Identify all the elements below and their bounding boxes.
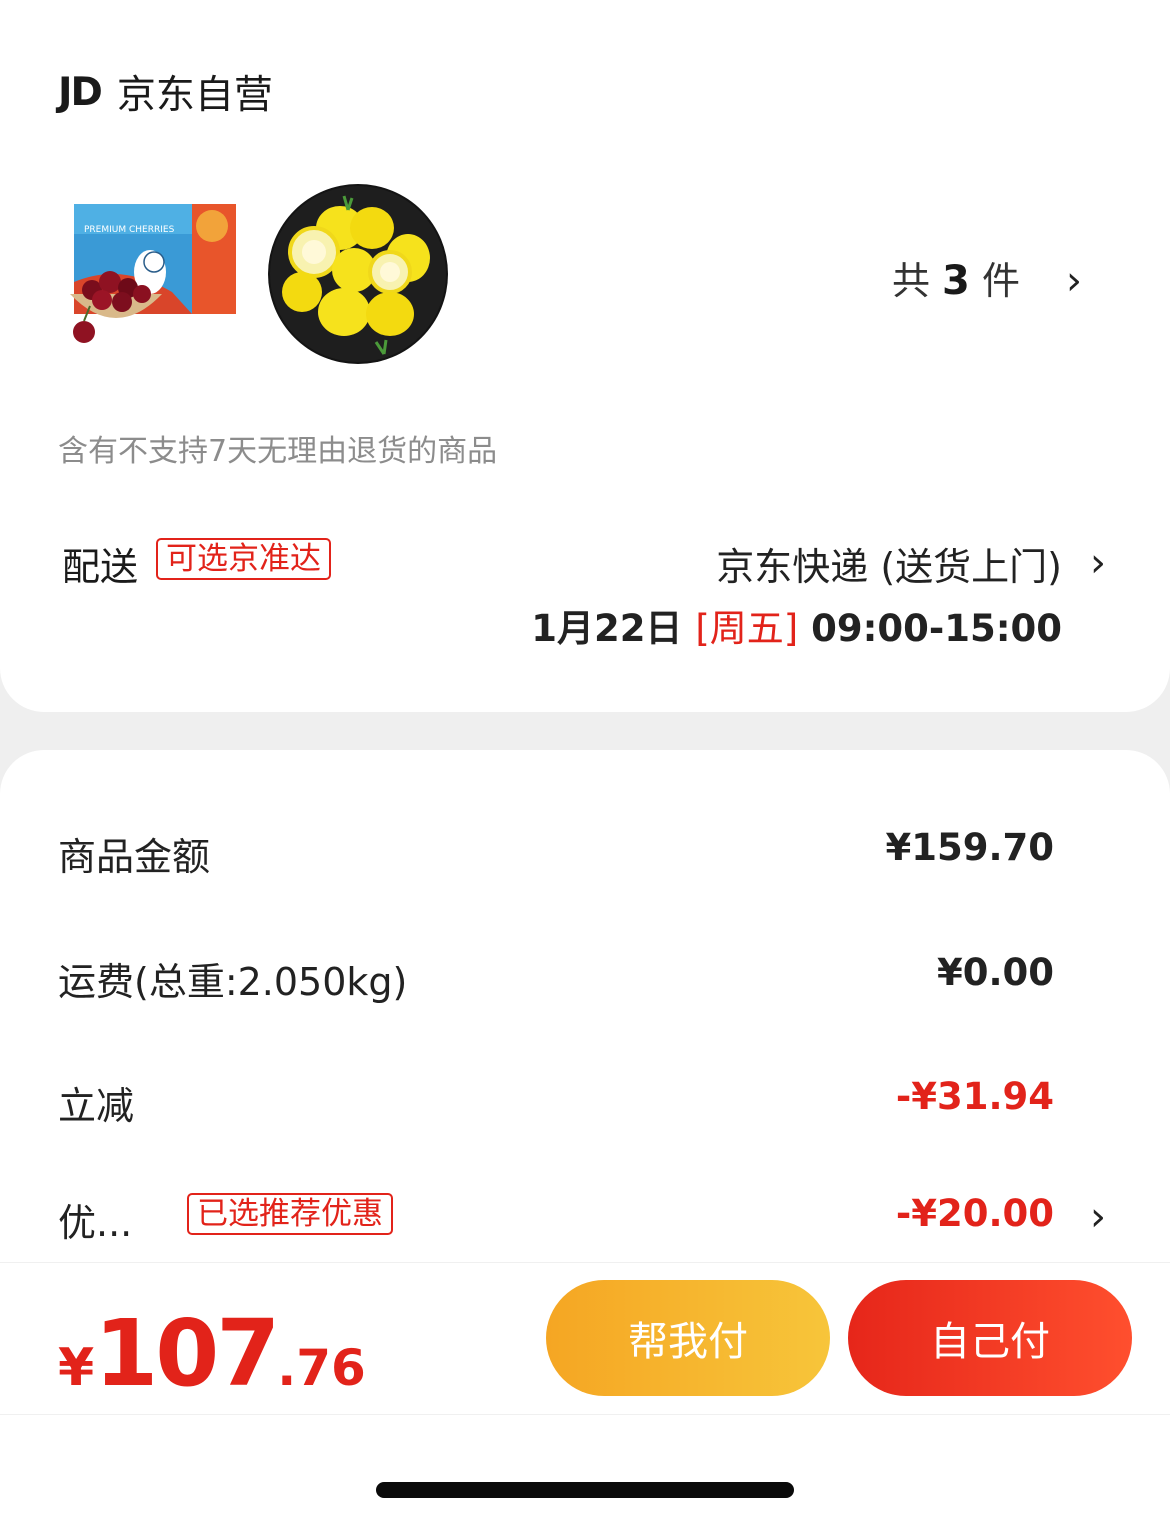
total-integer: 107 <box>94 1300 280 1407</box>
instant-discount-label: 立减 <box>58 1084 135 1128</box>
freight-label: 运费(总重:2.050kg) <box>58 960 408 1004</box>
chevron-right-icon[interactable]: › <box>1090 540 1106 586</box>
return-policy-note: 含有不支持7天无理由退货的商品 <box>58 434 498 469</box>
jd-logo: JD <box>58 69 103 115</box>
total-price: ¥107.76 <box>58 1300 366 1407</box>
goods-amount-label: 商品金额 <box>58 835 211 879</box>
box-text: PREMIUM CHERRIES <box>84 225 175 235</box>
store-card: JD 京东自营 PREMIUM CHERRIES 共 3 件 › 含有不支持7天… <box>0 0 1170 712</box>
coupon-value[interactable]: -¥20.00 <box>896 1192 1054 1235</box>
chevron-right-icon[interactable]: › <box>1066 258 1082 304</box>
coupon-label[interactable]: 优... <box>58 1192 132 1247</box>
item-count-number: 3 <box>942 258 970 304</box>
total-decimal: .76 <box>277 1339 366 1397</box>
delivery-label: 配送 <box>62 545 139 589</box>
instant-discount-value: -¥31.94 <box>895 1075 1054 1118</box>
currency-symbol: ¥ <box>58 1338 95 1398</box>
goods-amount-value: ¥159.70 <box>885 826 1054 869</box>
help-pay-button[interactable]: 帮我付 <box>546 1280 830 1396</box>
freight-value: ¥0.00 <box>936 951 1054 994</box>
delivery-option-tag[interactable]: 可选京准达 <box>156 538 331 580</box>
self-pay-button[interactable]: 自己付 <box>848 1280 1132 1396</box>
lemons-product-image[interactable] <box>266 182 448 364</box>
delivery-time[interactable]: 1月22日 [周五] 09:00-15:00 <box>531 598 1062 652</box>
divider <box>0 1414 1170 1415</box>
delivery-window: 09:00-15:00 <box>811 607 1062 650</box>
delivery-method[interactable]: 京东快递 (送货上门) <box>716 536 1062 591</box>
item-count-prefix: 共 <box>891 259 930 303</box>
delivery-date: 1月22日 <box>531 607 683 650</box>
cherries-product-image[interactable]: PREMIUM CHERRIES <box>62 182 242 362</box>
store-header[interactable]: JD 京东自营 <box>58 64 273 120</box>
coupon-recommended-tag[interactable]: 已选推荐优惠 <box>187 1193 393 1235</box>
store-name: 京东自营 <box>116 73 273 118</box>
chevron-right-icon[interactable]: › <box>1090 1194 1106 1240</box>
home-indicator[interactable] <box>376 1482 794 1498</box>
delivery-weekday: [周五] <box>695 607 799 650</box>
item-count-suffix: 件 <box>981 259 1020 303</box>
item-count[interactable]: 共 3 件 <box>892 250 1020 305</box>
